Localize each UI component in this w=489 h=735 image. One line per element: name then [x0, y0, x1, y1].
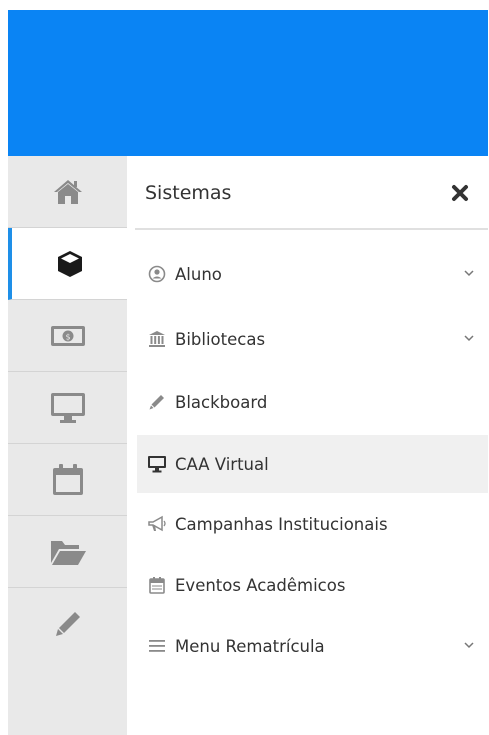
rail-item-financeiro[interactable]: $ — [8, 300, 127, 372]
menu-item-label: Blackboard — [175, 392, 268, 412]
bullhorn-icon — [146, 515, 168, 533]
calendar-icon — [52, 463, 83, 495]
rail-item-documentos[interactable] — [8, 516, 127, 588]
menu-item-aluno[interactable]: Aluno — [137, 246, 488, 302]
menu-item-bibliotecas[interactable]: Bibliotecas — [137, 311, 488, 367]
rail-item-editar[interactable] — [8, 588, 127, 660]
money-icon: $ — [50, 325, 85, 346]
menu-item-rematricula[interactable]: Menu Rematrícula — [137, 618, 488, 674]
panel-header: Sistemas — [135, 156, 488, 230]
chevron-down-icon[interactable] — [464, 334, 474, 342]
menu-item-label: Bibliotecas — [175, 329, 266, 349]
rail-item-virtual[interactable] — [8, 372, 127, 444]
menu-item-eventos[interactable]: Eventos Acadêmicos — [137, 557, 488, 613]
icon-sidebar: $ — [8, 156, 127, 735]
menu-item-blackboard[interactable]: Blackboard — [137, 374, 488, 430]
pencil-icon — [55, 612, 80, 636]
top-header-bar — [8, 10, 488, 156]
folder-open-icon — [50, 540, 86, 565]
panel-title: Sistemas — [145, 182, 232, 204]
desktop-icon — [146, 455, 168, 473]
bank-icon — [146, 330, 168, 348]
home-icon — [53, 179, 82, 204]
monitor-icon — [50, 392, 85, 423]
svg-text:$: $ — [65, 332, 70, 341]
cube-icon — [57, 250, 82, 277]
menu-item-caa-virtual[interactable]: CAA Virtual — [137, 435, 488, 493]
close-icon — [452, 185, 468, 201]
menu-item-label: CAA Virtual — [175, 454, 269, 474]
user-circle-icon — [146, 265, 168, 283]
rail-item-calendario[interactable] — [8, 444, 127, 516]
rail-item-sistemas[interactable] — [8, 228, 127, 300]
menu-item-campanhas[interactable]: Campanhas Institucionais — [137, 496, 488, 552]
bars-icon — [146, 639, 168, 653]
menu-item-label: Aluno — [175, 264, 222, 284]
chevron-down-icon[interactable] — [464, 641, 474, 649]
pencil-icon — [146, 393, 168, 411]
rail-item-home[interactable] — [8, 156, 127, 228]
chevron-down-icon[interactable] — [464, 269, 474, 277]
menu-item-label: Menu Rematrícula — [175, 636, 325, 656]
close-button[interactable] — [450, 183, 470, 203]
systems-panel: Sistemas Aluno Bibliotecas Blackboard CA… — [127, 156, 488, 735]
menu-item-label: Campanhas Institucionais — [175, 514, 388, 534]
calendar-icon — [146, 576, 168, 594]
menu-item-label: Eventos Acadêmicos — [175, 575, 346, 595]
